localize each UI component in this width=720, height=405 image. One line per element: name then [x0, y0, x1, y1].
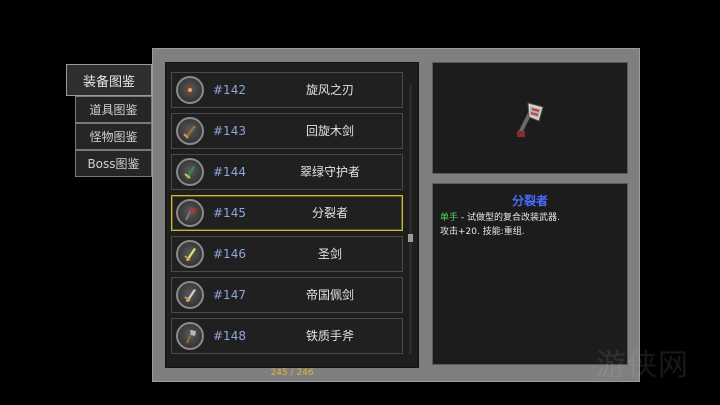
item-description: 单手 - 试做型的复合改装武器. 攻击+20. 技能:重组.	[440, 211, 625, 239]
item-number: #142	[213, 83, 246, 97]
iron-hatchet-icon	[176, 322, 204, 350]
item-description-panel: 分裂者 单手 - 试做型的复合改装武器. 攻击+20. 技能:重组.	[432, 183, 628, 365]
item-number: #148	[213, 329, 246, 343]
list-item-selected[interactable]: #145 分裂者	[171, 195, 403, 231]
tab-monsters-label: 怪物图鉴	[89, 130, 138, 144]
watermark-logo: 游侠网	[596, 348, 689, 383]
list-scrollbar-thumb[interactable]	[408, 234, 413, 242]
item-number: #146	[213, 247, 246, 261]
list-item[interactable]: #146 圣剑	[171, 236, 403, 272]
item-description-line2: 攻击+20. 技能:重组.	[440, 227, 525, 237]
holy-sword-icon	[176, 240, 204, 268]
item-number: #144	[213, 165, 246, 179]
list-item[interactable]: #147 帝国佩剑	[171, 277, 403, 313]
item-name: 翠绿守护者	[299, 165, 360, 179]
list-item[interactable]: #148 铁质手斧	[171, 318, 403, 354]
list-scrollbar[interactable]	[409, 84, 412, 354]
tab-boss[interactable]: Boss图鉴	[75, 150, 152, 177]
item-number: #147	[213, 288, 246, 302]
tab-equipment-label: 装备图鉴	[82, 74, 135, 90]
item-hand-type: 单手	[440, 213, 459, 223]
tab-monsters[interactable]: 怪物图鉴	[75, 123, 152, 150]
whirlwind-blade-icon	[176, 76, 204, 104]
tab-equipment[interactable]: 装备图鉴	[66, 64, 152, 96]
item-name: 帝国佩剑	[305, 288, 354, 302]
tab-items-label: 道具图鉴	[89, 103, 138, 117]
item-preview-panel	[432, 62, 628, 174]
tab-items[interactable]: 道具图鉴	[75, 96, 152, 123]
item-name: 回旋木剑	[305, 124, 354, 138]
wooden-boomerang-sword-icon	[176, 117, 204, 145]
item-name: 分裂者	[311, 206, 348, 220]
item-name: 圣剑	[317, 247, 342, 261]
item-name: 旋风之刃	[305, 83, 354, 97]
collection-counter: 245 / 246	[270, 368, 314, 378]
item-name: 铁质手斧	[305, 329, 354, 343]
list-item[interactable]: #142 旋风之刃	[171, 72, 403, 108]
splitter-axe-icon	[517, 102, 544, 137]
item-number: #145	[213, 206, 246, 220]
item-title: 分裂者	[511, 194, 548, 208]
imperial-sword-icon	[176, 281, 204, 309]
item-description-line1: - 试做型的复合改装武器.	[458, 213, 560, 223]
tab-boss-label: Boss图鉴	[87, 157, 140, 171]
emerald-guardian-icon	[176, 158, 204, 186]
item-number: #143	[213, 124, 246, 138]
splitter-axe-icon	[176, 199, 204, 227]
list-item[interactable]: #143 回旋木剑	[171, 113, 403, 149]
list-item[interactable]: #144 翠绿守护者	[171, 154, 403, 190]
